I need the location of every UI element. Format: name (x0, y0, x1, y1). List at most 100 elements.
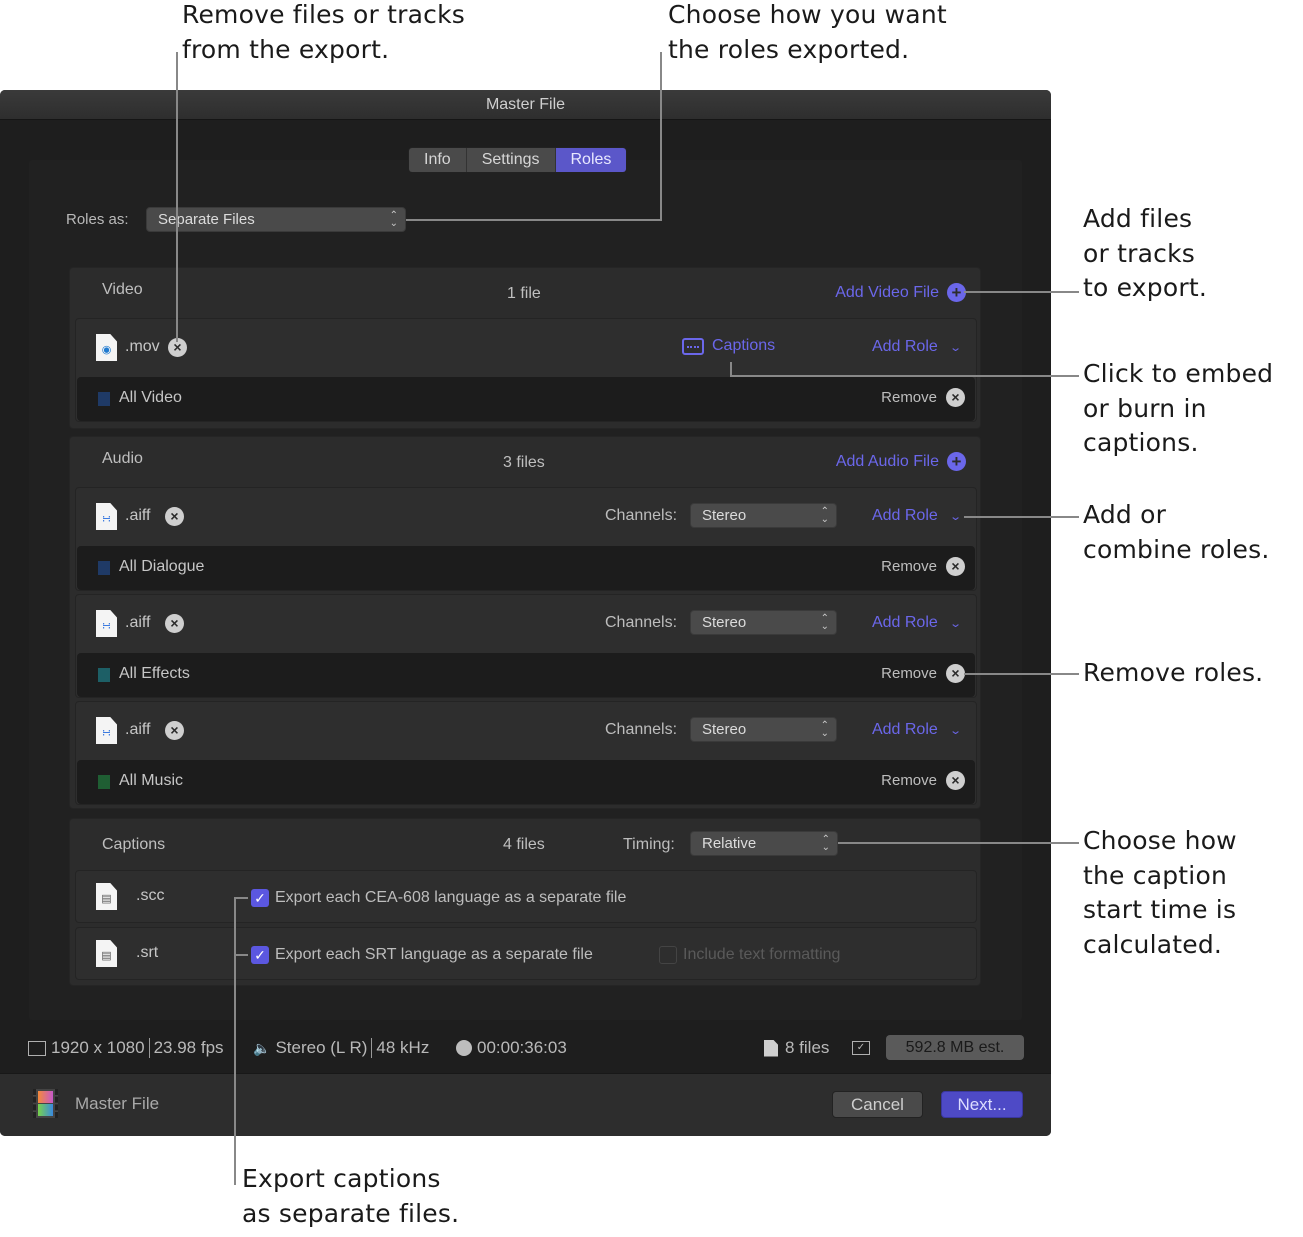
file-extension: .aiff (125, 721, 151, 738)
audio-file-row: ∺ .aiff × Channels: Stereo ⌃ ⌄ Add Role ⌄ (76, 702, 976, 760)
audio-section-title: Audio (102, 450, 143, 467)
leader-line (964, 291, 1079, 293)
remove-role-button[interactable]: Remove × (881, 557, 965, 576)
roles-as-value: Separate Files (158, 211, 255, 228)
video-section-title: Video (102, 281, 143, 298)
leader-line (730, 362, 732, 376)
callout-embed-captions: Click to embed or burn in captions. (1083, 359, 1274, 457)
leader-line (660, 52, 662, 220)
role-name: All Effects (119, 665, 190, 682)
role-color-swatch (98, 775, 110, 789)
cancel-button[interactable]: Cancel (832, 1091, 923, 1118)
plus-circle-icon: + (947, 452, 966, 471)
tab-info[interactable]: Info (409, 148, 467, 172)
channels-label: Channels: (605, 614, 678, 631)
export-srt-checkbox[interactable]: ✓ (251, 946, 269, 964)
file-extension: .scc (136, 887, 165, 904)
add-audio-file-button[interactable]: Add Audio File + (836, 452, 966, 471)
captions-icon (682, 337, 704, 355)
chevron-down-icon: ⌄ (948, 510, 962, 523)
frame-size-icon (28, 1040, 46, 1056)
role-row: All Video Remove × (77, 377, 975, 421)
callout-add-roles: Add or combine roles. (1083, 500, 1270, 564)
caption-file-row: ▤ .srt ✓ Export each SRT language as a s… (75, 927, 977, 980)
remove-role-button[interactable]: Remove × (881, 771, 965, 790)
leader-line (964, 516, 1079, 518)
callout-roles-exported: Choose how you want the roles exported. (668, 0, 947, 64)
roles-as-popup[interactable]: Separate Files ⌃ ⌄ (146, 207, 406, 232)
channels-popup[interactable]: Stereo ⌃ ⌄ (690, 717, 837, 742)
file-extension: .aiff (125, 507, 151, 524)
channels-popup[interactable]: Stereo ⌃ ⌄ (690, 503, 837, 528)
audio-file-block: ∺ .aiff × Channels: Stereo ⌃ ⌄ Add Role ⌄… (75, 594, 977, 698)
tab-settings[interactable]: Settings (466, 148, 556, 172)
display-check-icon: ✓ (852, 1037, 870, 1059)
remove-label: Remove (881, 558, 937, 575)
divider (371, 1038, 373, 1058)
audio-file-icon: ∺ (96, 610, 117, 637)
leader-line (234, 897, 236, 1185)
quicktime-file-icon: ◉ (96, 334, 117, 361)
channels-popup[interactable]: Stereo ⌃ ⌄ (690, 610, 837, 635)
next-button[interactable]: Next... (941, 1091, 1023, 1118)
channels-label: Channels: (605, 721, 678, 738)
add-role-label: Add Role (871, 721, 938, 738)
updown-arrows-icon: ⌃ ⌄ (820, 505, 829, 525)
remove-file-icon[interactable]: × (165, 507, 184, 526)
remove-label: Remove (881, 665, 937, 682)
add-role-button[interactable]: Add Role ⌄ (871, 338, 962, 356)
roles-as-label: Roles as: (66, 211, 129, 228)
audio-file-row: ∺ .aiff × Channels: Stereo ⌃ ⌄ Add Role ⌄ (76, 595, 976, 653)
role-row: All Dialogue Remove × (77, 546, 975, 590)
remove-label: Remove (881, 389, 937, 406)
captions-section-title: Captions (102, 836, 166, 853)
duration: 00:00:36:03 (477, 1038, 567, 1057)
add-role-button[interactable]: Add Role ⌄ (871, 614, 962, 632)
remove-file-icon[interactable]: × (165, 721, 184, 740)
add-role-label: Add Role (871, 507, 938, 524)
timing-popup[interactable]: Relative ⌃ ⌄ (690, 831, 838, 856)
leader-line (406, 219, 662, 221)
add-role-label: Add Role (871, 614, 938, 631)
dialog-footer: Master File Cancel Next... (0, 1073, 1051, 1136)
tab-roles[interactable]: Roles (555, 148, 627, 172)
remove-file-icon[interactable]: × (165, 614, 184, 633)
include-text-formatting-label: Include text formatting (683, 946, 841, 963)
caption-file-icon: ▤ (96, 883, 117, 910)
remove-role-button[interactable]: Remove × (881, 664, 965, 683)
remove-circle-icon: × (946, 388, 965, 407)
chevron-down-icon: ⌄ (948, 341, 962, 354)
include-text-formatting-checkbox[interactable] (659, 946, 677, 964)
updown-arrows-icon: ⌃ ⌄ (389, 209, 398, 229)
add-role-label: Add Role (871, 338, 938, 355)
callout-add-files: Add files or tracks to export. (1083, 204, 1207, 302)
updown-arrows-icon: ⌃ ⌄ (820, 612, 829, 632)
sample-rate: 48 kHz (376, 1038, 430, 1057)
role-row: All Effects Remove × (77, 653, 975, 697)
add-role-button[interactable]: Add Role ⌄ (871, 721, 962, 739)
callout-export-captions: Export captions as separate files. (242, 1164, 460, 1228)
remove-circle-icon: × (946, 664, 965, 683)
captions-file-count: 4 files (503, 836, 545, 853)
captions-button[interactable]: Captions (682, 337, 775, 355)
video-file-count: 1 file (507, 285, 541, 302)
add-role-button[interactable]: Add Role ⌄ (871, 507, 962, 525)
speaker-icon: 🔈 (253, 1039, 271, 1056)
channels-value: Stereo (702, 614, 747, 631)
caption-file-icon: ▤ (96, 940, 117, 967)
video-info: 1920 x 1080 23.98 fps (28, 1037, 224, 1059)
leader-line (176, 52, 178, 342)
export-cea608-checkbox[interactable]: ✓ (251, 889, 269, 907)
resolution: 1920 x 1080 (51, 1038, 145, 1057)
file-extension: .srt (136, 944, 159, 961)
audio-file-block: ∺ .aiff × Channels: Stereo ⌃ ⌄ Add Role ⌄… (75, 487, 977, 591)
timing-label: Timing: (623, 836, 675, 853)
remove-role-button[interactable]: Remove × (881, 388, 965, 407)
add-video-file-button[interactable]: Add Video File + (835, 283, 966, 302)
leader-line (234, 897, 248, 899)
size-estimate-badge: 592.8 MB est. (886, 1035, 1024, 1060)
video-file-block: ◉ .mov × Captions Add Role ⌄ All Video R… (75, 318, 977, 422)
divider (148, 1038, 150, 1058)
role-name: All Music (119, 772, 184, 789)
timing-value: Relative (702, 835, 757, 852)
